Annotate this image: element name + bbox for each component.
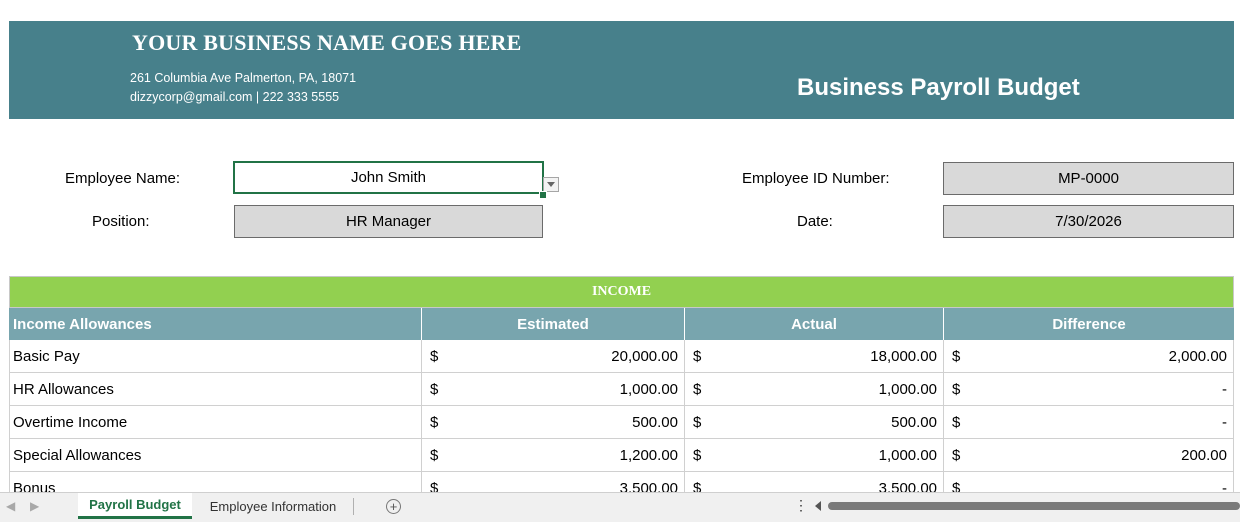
row-label[interactable]: Special Allowances: [9, 439, 422, 471]
plus-circle-icon[interactable]: +: [386, 499, 401, 514]
column-header-difference[interactable]: Difference: [944, 308, 1234, 340]
estimated-cell[interactable]: $20,000.00: [422, 340, 685, 372]
actual-value: 1,000.00: [878, 446, 937, 464]
currency-symbol: $: [952, 380, 961, 398]
income-table: INCOME Income Allowances Estimated Actua…: [9, 276, 1234, 505]
table-row: Special Allowances $1,200.00 $1,000.00 $…: [9, 439, 1234, 472]
scroll-tabs-left-icon[interactable]: ◀: [6, 499, 15, 513]
difference-cell[interactable]: $200.00: [944, 439, 1234, 471]
row-label[interactable]: HR Allowances: [9, 373, 422, 405]
table-header-row: Income Allowances Estimated Actual Diffe…: [9, 308, 1234, 340]
row-label[interactable]: Basic Pay: [9, 340, 422, 372]
employee-name-dropdown-button[interactable]: [543, 177, 559, 192]
table-row: Basic Pay $20,000.00 $18,000.00 $2,000.0…: [9, 340, 1234, 373]
difference-cell[interactable]: $ -: [944, 406, 1234, 438]
actual-value: 18,000.00: [870, 347, 937, 365]
chevron-down-icon: [547, 182, 555, 187]
difference-value: -: [1222, 380, 1227, 398]
vertical-ellipsis-icon[interactable]: ⋮: [794, 497, 808, 514]
column-header-estimated[interactable]: Estimated: [422, 308, 685, 340]
difference-value: 200.00: [1181, 446, 1227, 464]
difference-cell[interactable]: $2,000.00: [944, 340, 1234, 372]
scroll-tabs-right-icon[interactable]: ▶: [30, 499, 39, 513]
actual-cell[interactable]: $1,000.00: [685, 373, 944, 405]
difference-cell[interactable]: $ -: [944, 373, 1234, 405]
actual-cell[interactable]: $1,000.00: [685, 439, 944, 471]
currency-symbol: $: [693, 446, 702, 464]
estimated-value: 1,000.00: [619, 380, 678, 398]
estimated-value: 1,200.00: [619, 446, 678, 464]
currency-symbol: $: [693, 347, 702, 365]
difference-value: -: [1222, 413, 1227, 431]
income-section-title: INCOME: [9, 276, 1234, 308]
currency-symbol: $: [430, 413, 439, 431]
table-row: HR Allowances $1,000.00 $1,000.00 $ -: [9, 373, 1234, 406]
column-header-income-allowances[interactable]: Income Allowances: [9, 308, 422, 340]
actual-cell[interactable]: $18,000.00: [685, 340, 944, 372]
estimated-cell[interactable]: $1,000.00: [422, 373, 685, 405]
estimated-cell[interactable]: $1,200.00: [422, 439, 685, 471]
position-cell[interactable]: HR Manager: [234, 205, 543, 238]
estimated-cell[interactable]: $500.00: [422, 406, 685, 438]
currency-symbol: $: [693, 380, 702, 398]
business-address: 261 Columbia Ave Palmerton, PA, 18071: [130, 71, 357, 85]
currency-symbol: $: [693, 413, 702, 431]
employee-name-cell[interactable]: John Smith: [233, 161, 544, 194]
report-title: Business Payroll Budget: [797, 74, 1080, 101]
currency-symbol: $: [430, 446, 439, 464]
date-cell[interactable]: 7/30/2026: [943, 205, 1234, 238]
horizontal-scrollbar[interactable]: [828, 502, 1240, 510]
table-row: Overtime Income $500.00 $500.00 $ -: [9, 406, 1234, 439]
currency-symbol: $: [430, 380, 439, 398]
actual-value: 500.00: [891, 413, 937, 431]
header-banner: YOUR BUSINESS NAME GOES HERE 261 Columbi…: [9, 21, 1234, 119]
tab-employee-information[interactable]: Employee Information: [194, 493, 352, 519]
tab-payroll-budget[interactable]: Payroll Budget: [78, 493, 192, 519]
employee-id-label: Employee ID Number:: [742, 170, 890, 187]
sheet-tab-bar: ◀ ▶ Payroll Budget Employee Information …: [0, 492, 1240, 522]
actual-cell[interactable]: $500.00: [685, 406, 944, 438]
business-name: YOUR BUSINESS NAME GOES HERE: [132, 30, 522, 55]
employee-id-cell[interactable]: MP-0000: [943, 162, 1234, 195]
difference-value: 2,000.00: [1168, 347, 1227, 365]
currency-symbol: $: [952, 347, 961, 365]
employee-name-label: Employee Name:: [65, 170, 181, 187]
estimated-value: 20,000.00: [611, 347, 678, 365]
scroll-left-icon[interactable]: [815, 501, 821, 511]
cell-fill-handle[interactable]: [539, 191, 547, 199]
row-label[interactable]: Overtime Income: [9, 406, 422, 438]
date-label: Date:: [797, 213, 833, 230]
column-header-actual[interactable]: Actual: [685, 308, 944, 340]
tab-divider: [353, 498, 354, 515]
estimated-value: 500.00: [632, 413, 678, 431]
actual-value: 1,000.00: [878, 380, 937, 398]
currency-symbol: $: [952, 413, 961, 431]
business-contact: dizzycorp@gmail.com | 222 333 5555: [130, 90, 340, 104]
currency-symbol: $: [952, 446, 961, 464]
currency-symbol: $: [430, 347, 439, 365]
position-label: Position:: [92, 213, 150, 230]
